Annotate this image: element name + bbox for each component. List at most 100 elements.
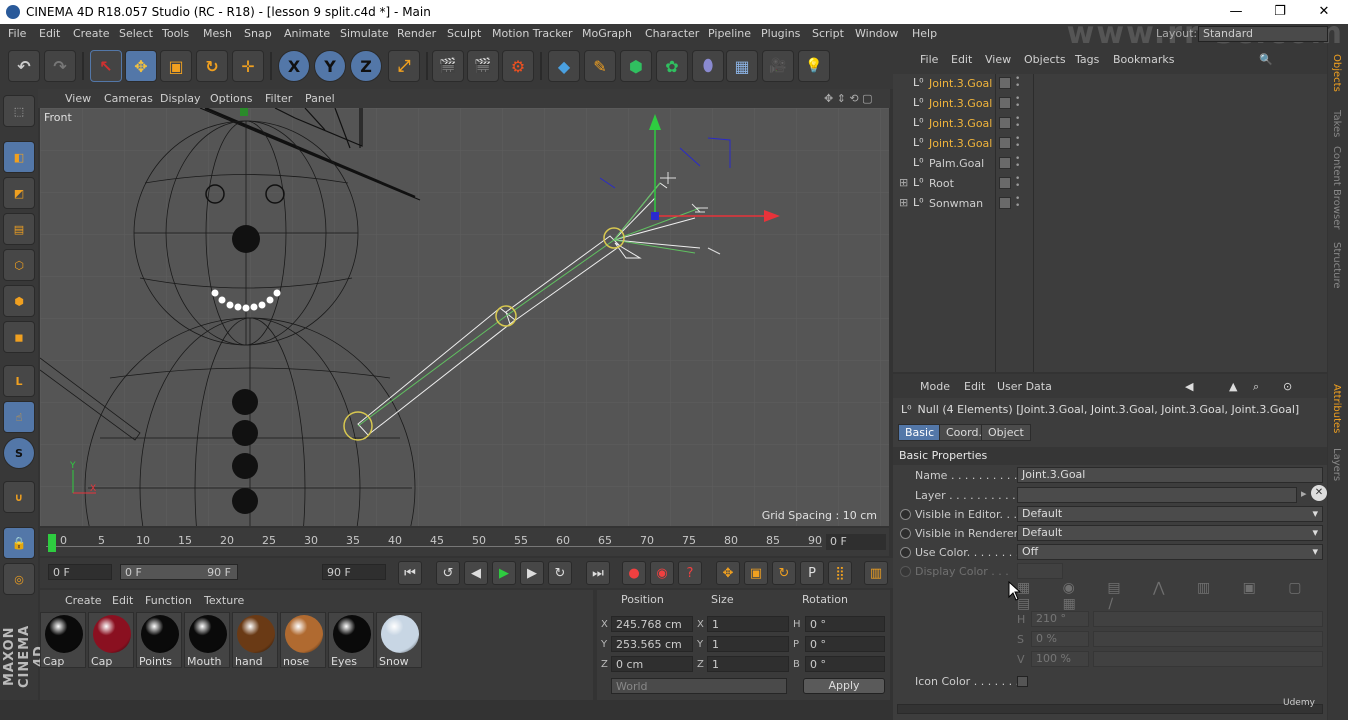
radio-use-color[interactable] (900, 547, 911, 558)
menu-select[interactable]: Select (119, 27, 153, 40)
visibility-dots[interactable]: • • (1015, 135, 1020, 151)
camera-icon[interactable]: 🎥 (762, 50, 794, 82)
render-settings-icon[interactable]: ⚙ (502, 50, 534, 82)
menu-character[interactable]: Character (645, 27, 699, 40)
model-mode-icon[interactable]: ◧ (3, 141, 35, 173)
menu-snap[interactable]: Snap (244, 27, 272, 40)
move-tool-icon[interactable]: ✥ (125, 50, 157, 82)
playhead[interactable] (48, 534, 56, 552)
pos-x-field[interactable]: 245.768 cm (611, 616, 693, 632)
tab-structure[interactable]: Structure (1331, 242, 1342, 289)
viewport-menu-view[interactable]: View (65, 92, 91, 105)
menu-plugins[interactable]: Plugins (761, 27, 800, 40)
material-swatch[interactable]: Cap (40, 612, 86, 668)
go-to-end-icon[interactable]: ⏭ (586, 561, 610, 585)
z-axis-lock-icon[interactable]: Z (350, 50, 382, 82)
render-to-picture-viewer-icon[interactable]: 🎬 (467, 50, 499, 82)
floor-icon[interactable]: ▦ (726, 50, 758, 82)
visibility-dots[interactable]: • • (1015, 95, 1020, 111)
polygons-mode-icon[interactable]: ◼ (3, 321, 35, 353)
visibility-dots[interactable]: • • (1015, 175, 1020, 191)
display-color-swatch[interactable] (1017, 563, 1063, 579)
y-axis-lock-icon[interactable]: Y (314, 50, 346, 82)
texture-mode-icon[interactable]: ◩ (3, 177, 35, 209)
layer-field[interactable] (1017, 487, 1297, 503)
cloner-icon[interactable]: ✿ (656, 50, 688, 82)
rotate-tool-icon[interactable]: ↻ (196, 50, 228, 82)
menu-motion-tracker[interactable]: Motion Tracker (492, 27, 572, 40)
subdivision-surface-icon[interactable]: ⬢ (620, 50, 652, 82)
layer-arrow-icon[interactable]: ▸ (1301, 487, 1307, 500)
viewport-front[interactable]: Y X Front Grid Spacing : 10 cm (40, 108, 889, 526)
tab-layers[interactable]: Layers (1331, 448, 1342, 481)
menu-file[interactable]: File (8, 27, 26, 40)
menu-mesh[interactable]: Mesh (203, 27, 232, 40)
visibility-dots[interactable]: • • (1015, 75, 1020, 91)
object-menu-tags[interactable]: Tags (1075, 53, 1099, 66)
transform-tool-icon[interactable]: ✛ (232, 50, 264, 82)
s-field[interactable]: 0 % (1031, 631, 1089, 647)
lock-workplane-icon[interactable]: 🔒 (3, 527, 35, 559)
key-rotation-icon[interactable]: ↻ (772, 561, 796, 585)
menu-mograph[interactable]: MoGraph (582, 27, 632, 40)
workplane-icon[interactable]: ▤ (3, 213, 35, 245)
object-row[interactable]: ⊞ L⁰ Root • • (893, 174, 1327, 194)
visibility-icon[interactable] (999, 157, 1011, 169)
material-menu-edit[interactable]: Edit (112, 594, 133, 607)
keyframe-selection-icon[interactable]: ? (678, 561, 702, 585)
edges-mode-icon[interactable]: ⬢ (3, 285, 35, 317)
timeline[interactable]: 0 5 10 15 20 25 30 35 40 45 50 55 60 65 … (40, 528, 889, 556)
color-picker-mode-icons[interactable]: ▦ ◉ ▤ ⋀ ▥ ▣ ▢ ▤ ▦ ∕ (1017, 580, 1327, 612)
material-swatch[interactable]: Mouth (184, 612, 230, 668)
icon-color-checkbox[interactable] (1017, 676, 1028, 687)
back-arrow-icon[interactable]: ◀ (1185, 380, 1193, 393)
size-y-field[interactable]: 1 (707, 636, 789, 652)
menu-create[interactable]: Create (73, 27, 110, 40)
tab-attributes[interactable]: Attributes (1331, 384, 1342, 433)
light-icon[interactable]: 💡 (798, 50, 830, 82)
menu-script[interactable]: Script (812, 27, 844, 40)
end-frame-field[interactable]: 90 F (322, 564, 386, 580)
visibility-icon[interactable] (999, 177, 1011, 189)
menu-render[interactable]: Render (397, 27, 436, 40)
object-row[interactable]: L⁰ Joint.3.Goal • • (893, 94, 1327, 114)
snap-icon[interactable]: S (3, 437, 35, 469)
current-frame-field[interactable]: 0 F (826, 534, 886, 550)
cube-icon[interactable]: ◆ (548, 50, 580, 82)
record-key-icon[interactable]: ● (622, 561, 646, 585)
menu-simulate[interactable]: Simulate (340, 27, 389, 40)
tab-content-browser[interactable]: Content Browser (1331, 146, 1342, 229)
start-frame-field[interactable]: 0 F (48, 564, 112, 580)
object-menu-view[interactable]: View (985, 53, 1011, 66)
previous-frame-icon[interactable]: ◀ (464, 561, 488, 585)
undo-icon[interactable]: ↶ (8, 50, 40, 82)
deformer-icon[interactable]: ⬮ (692, 50, 724, 82)
layout-select[interactable]: Standard (1198, 26, 1328, 42)
object-row[interactable]: L⁰ Joint.3.Goal • • (893, 74, 1327, 94)
go-to-start-icon[interactable]: ⏮ (398, 561, 422, 585)
object-menu-objects[interactable]: Objects (1024, 53, 1066, 66)
key-pla-icon[interactable]: ⣿ (828, 561, 852, 585)
range-slider[interactable]: 0 F 90 F (120, 564, 238, 580)
material-menu-texture[interactable]: Texture (204, 594, 244, 607)
rot-h-field[interactable]: 0 ° (805, 616, 885, 632)
object-row[interactable]: ⊞ L⁰ Sonwman • • (893, 194, 1327, 214)
visibility-icon[interactable] (999, 97, 1011, 109)
soft-selection-icon[interactable]: ◎ (3, 563, 35, 595)
material-swatch[interactable]: Cap (88, 612, 134, 668)
next-key-icon[interactable]: ↻ (548, 561, 572, 585)
viewport-menu-display[interactable]: Display (160, 92, 201, 105)
timeline-window-icon[interactable]: ▥ (864, 561, 888, 585)
material-menu-function[interactable]: Function (145, 594, 192, 607)
redo-icon[interactable]: ↷ (44, 50, 76, 82)
rot-p-field[interactable]: 0 ° (805, 636, 885, 652)
menu-pipeline[interactable]: Pipeline (708, 27, 751, 40)
tab-takes[interactable]: Takes (1331, 110, 1342, 137)
visibility-dots[interactable]: • • (1015, 195, 1020, 211)
object-menu-file[interactable]: File (920, 53, 938, 66)
material-swatch[interactable]: Eyes (328, 612, 374, 668)
size-x-field[interactable]: 1 (707, 616, 789, 632)
menu-help[interactable]: Help (912, 27, 937, 40)
viewport-nav-icon[interactable]: ✥ ⇕ ⟲ ▢ (824, 92, 873, 105)
attr-menu-mode[interactable]: Mode (920, 380, 950, 393)
